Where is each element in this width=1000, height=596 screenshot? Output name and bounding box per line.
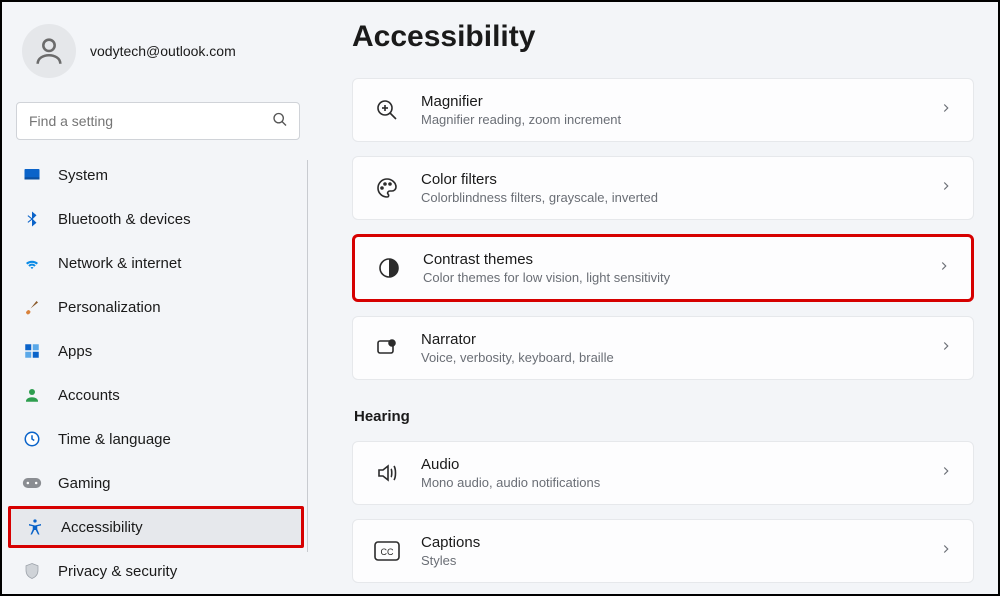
card-title: Audio — [421, 456, 939, 473]
nav-item-system[interactable]: System — [8, 154, 304, 196]
display-icon — [22, 165, 42, 185]
search-icon — [272, 112, 288, 128]
brush-icon — [22, 297, 42, 317]
nav-list: System Bluetooth & devices Network & int… — [8, 154, 308, 592]
magnifier-icon — [373, 96, 401, 124]
card-title: Color filters — [421, 171, 939, 188]
sidebar: vodytech@outlook.com System — [2, 2, 314, 594]
card-magnifier[interactable]: Magnifier Magnifier reading, zoom increm… — [352, 78, 974, 142]
card-narrator[interactable]: Narrator Voice, verbosity, keyboard, bra… — [352, 316, 974, 380]
nav-label: Privacy & security — [58, 563, 177, 580]
account-icon — [22, 385, 42, 405]
main-content: Accessibility Magnifier Magnifier readin… — [314, 2, 998, 594]
shield-icon — [22, 561, 42, 581]
card-subtitle: Voice, verbosity, keyboard, braille — [421, 350, 939, 365]
apps-icon — [22, 341, 42, 361]
nav-item-accessibility[interactable]: Accessibility — [8, 506, 304, 548]
person-icon — [32, 34, 66, 68]
wifi-icon — [22, 253, 42, 273]
bluetooth-icon — [22, 209, 42, 229]
card-title: Captions — [421, 534, 939, 551]
nav-label: Network & internet — [58, 255, 181, 272]
nav-item-gaming[interactable]: Gaming — [8, 462, 304, 504]
card-captions[interactable]: CC Captions Styles — [352, 519, 974, 583]
card-contrast-themes[interactable]: Contrast themes Color themes for low vis… — [352, 234, 974, 302]
card-audio[interactable]: Audio Mono audio, audio notifications — [352, 441, 974, 505]
chevron-right-icon — [939, 464, 953, 483]
nav-label: Time & language — [58, 431, 171, 448]
search-container — [16, 102, 300, 140]
chevron-right-icon — [939, 339, 953, 358]
gaming-icon — [22, 473, 42, 493]
card-title: Magnifier — [421, 93, 939, 110]
card-subtitle: Magnifier reading, zoom increment — [421, 112, 939, 127]
chevron-right-icon — [939, 101, 953, 120]
nav-divider — [307, 160, 308, 552]
nav-label: Personalization — [58, 299, 161, 316]
nav-label: Accessibility — [61, 519, 143, 536]
narrator-icon — [373, 334, 401, 362]
nav-item-time[interactable]: Time & language — [8, 418, 304, 460]
contrast-icon — [375, 254, 403, 282]
page-title: Accessibility — [352, 20, 974, 54]
user-email: vodytech@outlook.com — [90, 43, 236, 59]
nav-item-network[interactable]: Network & internet — [8, 242, 304, 284]
chevron-right-icon — [937, 259, 951, 278]
avatar — [22, 24, 76, 78]
chevron-right-icon — [939, 542, 953, 561]
card-subtitle: Styles — [421, 553, 939, 568]
nav-label: Apps — [58, 343, 92, 360]
card-color-filters[interactable]: Color filters Colorblindness filters, gr… — [352, 156, 974, 220]
section-hearing: Hearing — [354, 408, 974, 425]
captions-icon: CC — [373, 537, 401, 565]
speaker-icon — [373, 459, 401, 487]
profile-header[interactable]: vodytech@outlook.com — [8, 14, 308, 94]
card-subtitle: Colorblindness filters, grayscale, inver… — [421, 190, 939, 205]
card-title: Contrast themes — [423, 251, 937, 268]
search-input[interactable] — [16, 102, 300, 140]
nav-item-bluetooth[interactable]: Bluetooth & devices — [8, 198, 304, 240]
nav-item-personalization[interactable]: Personalization — [8, 286, 304, 328]
card-subtitle: Color themes for low vision, light sensi… — [423, 270, 937, 285]
card-subtitle: Mono audio, audio notifications — [421, 475, 939, 490]
nav-label: Gaming — [58, 475, 111, 492]
card-title: Narrator — [421, 331, 939, 348]
nav-label: Bluetooth & devices — [58, 211, 191, 228]
nav-item-accounts[interactable]: Accounts — [8, 374, 304, 416]
nav-label: Accounts — [58, 387, 120, 404]
nav-label: System — [58, 167, 108, 184]
svg-text:CC: CC — [381, 547, 394, 557]
settings-card-list: Magnifier Magnifier reading, zoom increm… — [352, 78, 974, 583]
chevron-right-icon — [939, 179, 953, 198]
clock-icon — [22, 429, 42, 449]
nav-item-privacy[interactable]: Privacy & security — [8, 550, 304, 592]
palette-icon — [373, 174, 401, 202]
nav-item-apps[interactable]: Apps — [8, 330, 304, 372]
search-button[interactable] — [268, 108, 292, 135]
accessibility-icon — [25, 517, 45, 537]
